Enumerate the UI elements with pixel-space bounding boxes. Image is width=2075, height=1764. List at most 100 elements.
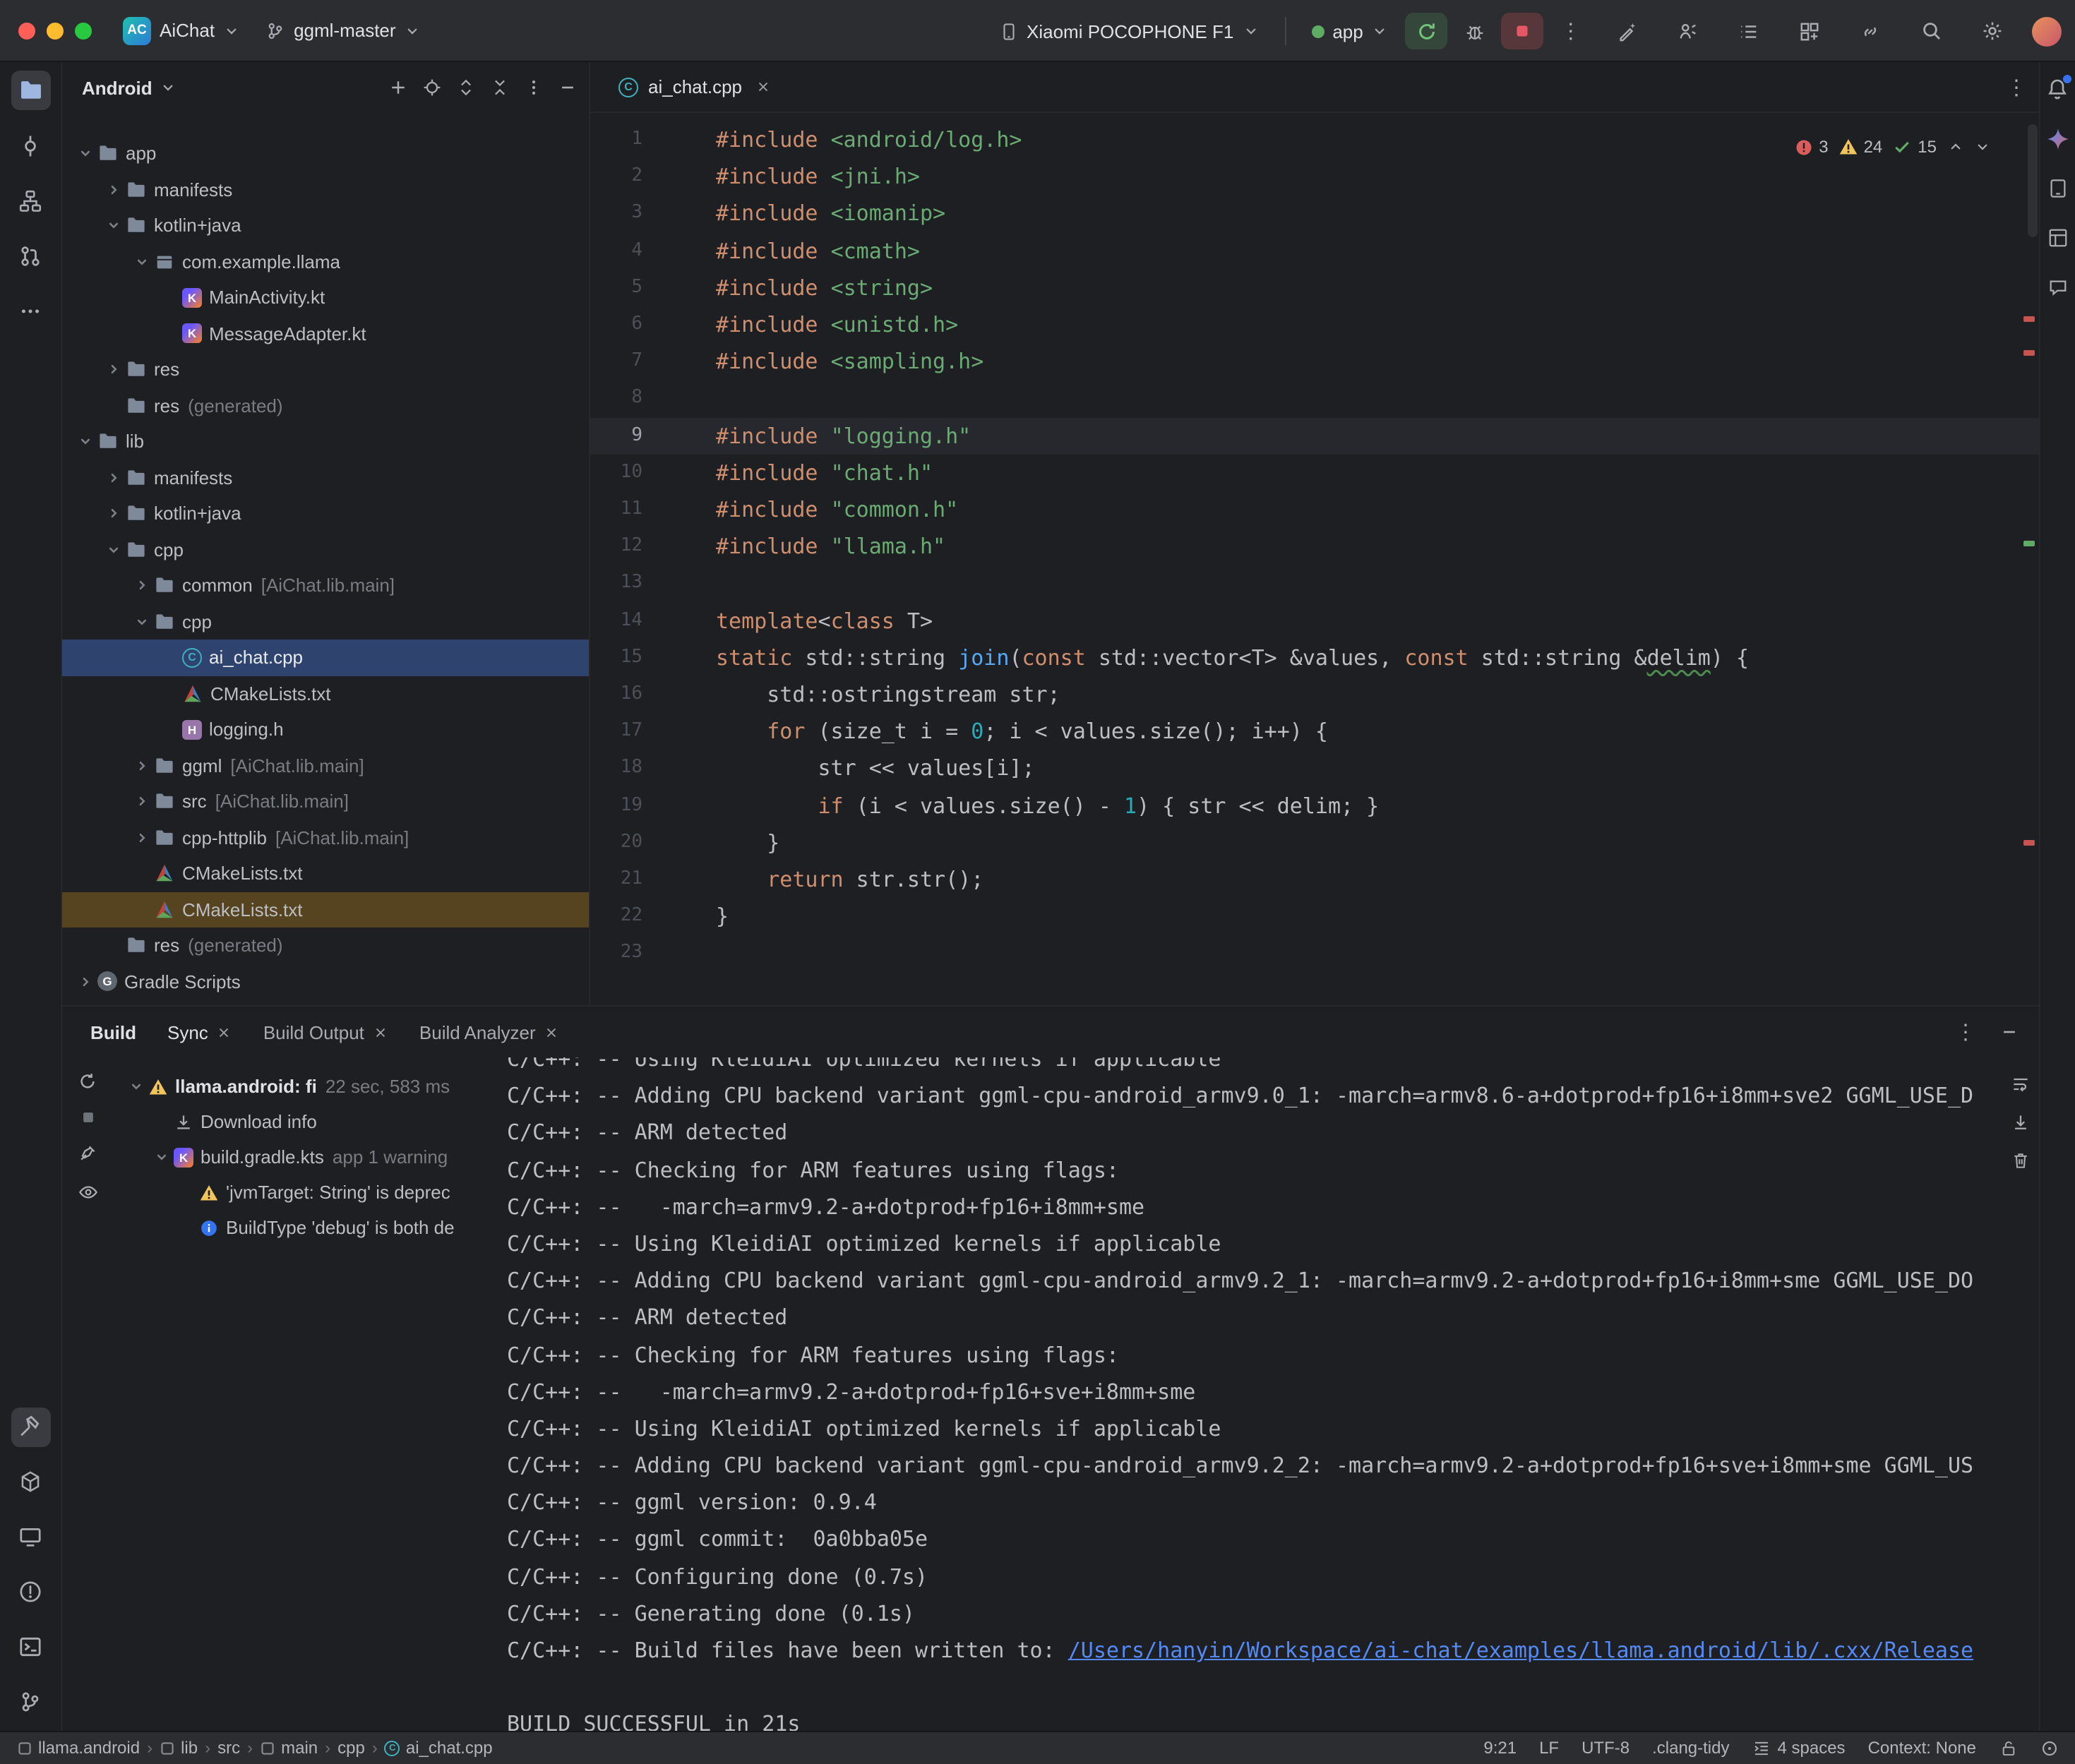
next-problem-icon[interactable] bbox=[1973, 138, 1990, 155]
build-tab-build-output[interactable]: Build Output bbox=[263, 1021, 388, 1043]
chevron-down-icon[interactable] bbox=[130, 614, 154, 630]
console-file-link[interactable]: /Users/hanyin/Workspace/ai-chat/examples… bbox=[1068, 1638, 1973, 1663]
project-header-hide-button[interactable] bbox=[558, 78, 578, 97]
run-configuration-selector[interactable]: app bbox=[1300, 15, 1399, 47]
tree-item-cpp-httplib[interactable]: cpp-httplib[AiChat.lib.main] bbox=[62, 820, 589, 856]
code-line-12[interactable]: 12#include "llama.h" bbox=[590, 528, 2038, 565]
tool-window-button-app-insights[interactable] bbox=[2042, 271, 2073, 302]
code-line-15[interactable]: 15static std::string join(const std::vec… bbox=[590, 640, 2038, 676]
tree-item-src[interactable]: src[AiChat.lib.main] bbox=[62, 784, 589, 820]
tool-window-button-structure[interactable] bbox=[11, 181, 50, 220]
code-line-9[interactable]: 9#include "logging.h" bbox=[590, 417, 2038, 454]
tool-window-button-notifications[interactable] bbox=[2042, 73, 2073, 104]
chevron-right-icon[interactable] bbox=[102, 362, 126, 378]
settings-button[interactable] bbox=[1971, 13, 2013, 49]
error-stripe-mark[interactable] bbox=[2023, 840, 2034, 845]
build-tab-build-analyzer[interactable]: Build Analyzer bbox=[419, 1021, 560, 1043]
code-line-14[interactable]: 14template<class T> bbox=[590, 602, 2038, 639]
tree-item-cpp[interactable]: cpp bbox=[62, 532, 589, 568]
tool-window-button-layout-inspector[interactable] bbox=[2042, 222, 2073, 253]
close-tab-icon[interactable] bbox=[373, 1024, 388, 1040]
search-button[interactable] bbox=[1910, 13, 1952, 49]
chevron-down-icon[interactable] bbox=[73, 146, 97, 162]
chevron-right-icon[interactable] bbox=[102, 506, 126, 522]
encoding-widget[interactable]: UTF-8 bbox=[1581, 1738, 1629, 1758]
tree-item-res[interactable]: res bbox=[62, 352, 589, 388]
code-line-6[interactable]: 6#include <unistd.h> bbox=[590, 306, 2038, 343]
console-soft-wrap-button[interactable] bbox=[2010, 1074, 2030, 1094]
editor-scrollbar[interactable] bbox=[2027, 124, 2037, 237]
stop-button[interactable] bbox=[1502, 13, 1544, 49]
tree-item-app[interactable]: app bbox=[62, 136, 589, 172]
build-console[interactable]: C/C++: -- Using KleidiAI optimized kerne… bbox=[507, 1057, 1990, 1731]
code-line-10[interactable]: 10#include "chat.h" bbox=[590, 455, 2038, 491]
code-line-7[interactable]: 7#include <sampling.h> bbox=[590, 343, 2038, 380]
code-line-18[interactable]: 18 str << values[i]; bbox=[590, 750, 2038, 787]
more-run-actions-button[interactable]: ⋮ bbox=[1550, 13, 1592, 49]
inspections-widget[interactable]: 3 24 15 bbox=[1786, 126, 1999, 168]
tree-item-mainactivity-kt[interactable]: KMainActivity.kt bbox=[62, 280, 589, 316]
code-line-5[interactable]: 5#include <string> bbox=[590, 270, 2038, 306]
tree-item-cmakelists-txt[interactable]: CMakeLists.txt bbox=[62, 856, 589, 892]
tool-window-button-packages[interactable] bbox=[11, 1462, 50, 1501]
user-avatar[interactable] bbox=[2031, 16, 2061, 46]
tree-item-jvmtarget-string-is-deprec[interactable]: 'jvmTarget: String' is deprec bbox=[113, 1175, 507, 1210]
extensions-button[interactable] bbox=[1788, 13, 1831, 49]
success-stripe-mark[interactable] bbox=[2023, 541, 2034, 546]
line-separator-widget[interactable]: LF bbox=[1539, 1738, 1559, 1758]
code-line-23[interactable]: 23 bbox=[590, 935, 2038, 972]
code-line-11[interactable]: 11#include "common.h" bbox=[590, 491, 2038, 528]
tool-window-button-more-horizontal[interactable] bbox=[11, 291, 50, 330]
tree-item-res[interactable]: res(generated) bbox=[62, 388, 589, 424]
build-toolbar-stop-gray-button[interactable] bbox=[80, 1110, 95, 1125]
close-tab-icon[interactable] bbox=[217, 1024, 232, 1040]
status-indicator-icon[interactable] bbox=[2040, 1739, 2058, 1757]
code-with-me-button[interactable] bbox=[1667, 13, 1709, 49]
tool-window-button-commit[interactable] bbox=[11, 126, 50, 165]
tool-window-button-problems[interactable] bbox=[11, 1572, 50, 1612]
chevron-down-icon[interactable] bbox=[102, 542, 126, 558]
code-editor[interactable]: 1#include <android/log.h>2#include <jni.… bbox=[590, 113, 2038, 1005]
tree-item-download-info[interactable]: Download info bbox=[113, 1104, 507, 1139]
build-tab-sync[interactable]: Sync bbox=[167, 1021, 232, 1043]
tool-window-button-build[interactable] bbox=[11, 1407, 50, 1446]
zoom-window-button[interactable] bbox=[75, 22, 92, 39]
project-header-locate-button[interactable] bbox=[422, 78, 442, 97]
chevron-down-icon[interactable] bbox=[124, 1079, 148, 1094]
tool-window-button-pull-requests[interactable] bbox=[11, 236, 50, 275]
editor-tab-options-icon[interactable]: ⋮ bbox=[2006, 74, 2027, 100]
tree-item-kotlin-java[interactable]: kotlin+java bbox=[62, 208, 589, 244]
previous-problem-icon[interactable] bbox=[1947, 138, 1963, 155]
tree-item-common[interactable]: common[AiChat.lib.main] bbox=[62, 568, 589, 604]
build-panel-options-icon[interactable]: ⋮ bbox=[1955, 1019, 1976, 1045]
code-line-22[interactable]: 22} bbox=[590, 899, 2038, 935]
build-toolbar-pin-button[interactable] bbox=[78, 1144, 97, 1163]
close-window-button[interactable] bbox=[18, 22, 35, 39]
tree-item-build-gradle-kts[interactable]: Kbuild.gradle.ktsapp 1 warning bbox=[113, 1139, 507, 1175]
chevron-right-icon[interactable] bbox=[130, 794, 154, 810]
code-line-17[interactable]: 17 for (size_t i = 0; i < values.size();… bbox=[590, 714, 2038, 750]
chevron-right-icon[interactable] bbox=[73, 974, 97, 990]
close-tab-icon[interactable] bbox=[755, 79, 770, 95]
code-line-8[interactable]: 8 bbox=[590, 380, 2038, 417]
run-button[interactable] bbox=[1406, 13, 1448, 49]
breadcrumb-item-lib[interactable]: lib bbox=[160, 1738, 198, 1758]
project-header-plus-button[interactable] bbox=[388, 78, 408, 97]
caret-position-widget[interactable]: 9:21 bbox=[1483, 1738, 1517, 1758]
minimize-window-button[interactable] bbox=[47, 22, 64, 39]
tree-item-messageadapter-kt[interactable]: KMessageAdapter.kt bbox=[62, 316, 589, 352]
tree-item-kotlin-java[interactable]: kotlin+java bbox=[62, 496, 589, 532]
breadcrumb-item-ai-chat-cpp[interactable]: Cai_chat.cpp bbox=[385, 1738, 493, 1758]
tree-item-cpp[interactable]: cpp bbox=[62, 604, 589, 640]
code-line-21[interactable]: 21 return str.str(); bbox=[590, 861, 2038, 898]
console-scroll-end-button[interactable] bbox=[2010, 1112, 2030, 1132]
editor-tab-ai-chat-cpp[interactable]: C ai_chat.cpp bbox=[604, 61, 784, 112]
tree-item-manifests[interactable]: manifests bbox=[62, 172, 589, 208]
close-tab-icon[interactable] bbox=[544, 1024, 560, 1040]
project-selector[interactable]: AC AiChat bbox=[112, 11, 251, 50]
breadcrumb-item-main[interactable]: main bbox=[260, 1738, 318, 1758]
code-line-3[interactable]: 3#include <iomanip> bbox=[590, 196, 2038, 232]
branch-selector[interactable]: ggml-master bbox=[254, 14, 433, 47]
tool-window-button-project[interactable] bbox=[11, 71, 50, 110]
tree-item-logging-h[interactable]: Hlogging.h bbox=[62, 712, 589, 748]
